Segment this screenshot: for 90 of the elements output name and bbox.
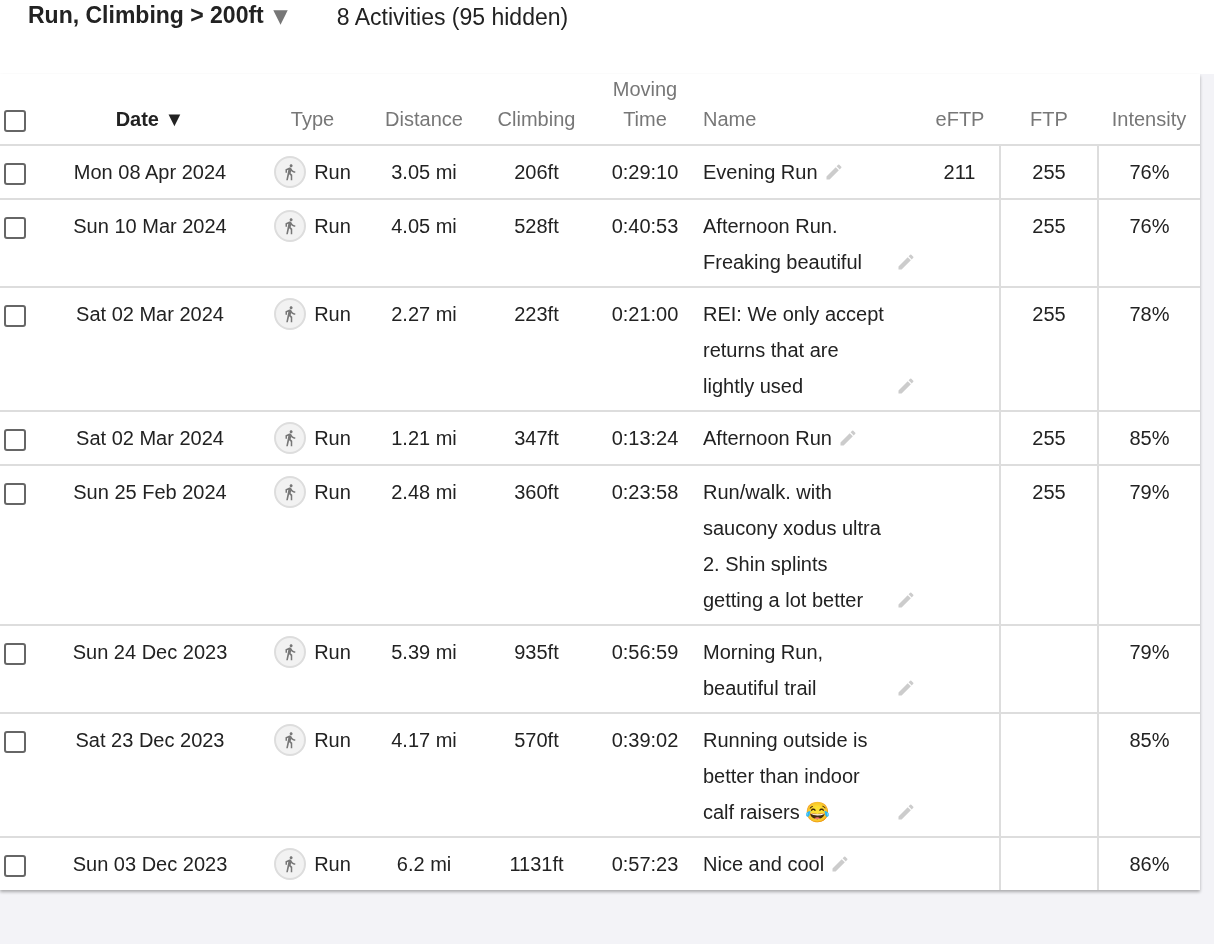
intensity-cell: 78% [1129, 303, 1170, 325]
time-cell: 0:56:59 [611, 641, 679, 663]
climbing-cell: 347ft [514, 427, 559, 449]
date-cell: Mon 08 Apr 2024 [73, 161, 227, 183]
date-cell: Sun 24 Dec 2023 [72, 641, 228, 663]
climbing-cell: 223ft [514, 303, 559, 325]
climbing-cell: 935ft [514, 641, 559, 663]
distance-cell: 4.05 mi [391, 215, 457, 237]
intensity-cell: 76% [1129, 161, 1170, 183]
checkbox[interactable] [4, 109, 26, 132]
checkbox[interactable] [4, 162, 26, 185]
time-cell: 0:29:10 [611, 161, 679, 183]
type-cell-text: Run [314, 302, 351, 327]
distance-cell: 4.17 mi [391, 729, 457, 751]
type-cell-text: Run [314, 480, 351, 505]
activity-name: Morning Run, beautiful trail [703, 640, 825, 701]
intensity-cell: 85% [1129, 427, 1170, 449]
checkbox[interactable] [4, 304, 26, 327]
runner-icon [274, 724, 307, 756]
climbing-cell: 1131ft [509, 853, 564, 875]
activity-name: Run/walk. with saucony xodus ultra 2. Shin splints getting a lot better [703, 480, 882, 613]
runner-icon [274, 422, 307, 454]
runner-icon [274, 298, 307, 330]
column-header[interactable]: Name [703, 104, 757, 134]
time-cell: 0:13:24 [611, 427, 679, 449]
column-header[interactable]: eFTP [935, 104, 985, 134]
runner-icon [274, 636, 307, 668]
intensity-cell: 79% [1129, 481, 1170, 503]
ftp-cell: 255 [1032, 481, 1066, 503]
column-header[interactable]: Type [290, 104, 335, 134]
ftp-cell: 255 [1032, 161, 1066, 183]
distance-cell: 2.48 mi [391, 481, 457, 503]
intensity-cell: 86% [1129, 853, 1170, 875]
checkbox[interactable] [4, 730, 26, 753]
type-cell-text: Run [314, 426, 351, 451]
intensity-cell: 79% [1129, 641, 1170, 663]
filter-dropdown[interactable]: Run, Climbing > 200ft ▾ [28, 0, 287, 31]
date-cell: Sun 10 Mar 2024 [73, 215, 227, 237]
date-cell: Sat 02 Mar 2024 [76, 303, 224, 325]
type-cell-text: Run [314, 640, 351, 665]
activity-name: Afternoon Run. Freaking beautiful [703, 214, 863, 275]
distance-cell: 3.05 mi [391, 161, 457, 183]
type-cell-text: Run [314, 160, 351, 185]
distance-cell: 2.27 mi [391, 303, 457, 325]
date-cell: Sat 02 Mar 2024 [76, 427, 224, 449]
time-cell: 0:40:53 [611, 215, 679, 237]
climbing-cell: 360ft [514, 481, 559, 503]
ftp-cell: 255 [1032, 303, 1066, 325]
intensity-cell: 85% [1129, 729, 1170, 751]
activity-name: Running outside is better than indoor calf raisers 😂 [703, 728, 869, 825]
distance-cell: 5.39 mi [391, 641, 457, 663]
time-cell: 0:23:58 [611, 481, 679, 503]
eftp-cell: 211 [943, 161, 976, 183]
climbing-cell: 528ft [514, 215, 559, 237]
distance-cell: 1.21 mi [391, 427, 457, 449]
distance-cell: 6.2 mi [396, 853, 452, 875]
checkbox[interactable] [4, 854, 26, 877]
runner-icon [274, 210, 307, 242]
type-cell-text: Run [314, 214, 351, 239]
runner-icon [274, 476, 307, 508]
checkbox[interactable] [4, 216, 26, 239]
type-cell-text: Run [314, 728, 351, 753]
activity-name: REI: We only accept returns that are lightly used [703, 302, 885, 399]
type-cell-text: Run [314, 852, 351, 877]
activity-name: Nice and cool [703, 852, 825, 877]
activity-count: 8 Activities (95 hidden) [336, 3, 569, 32]
ftp-cell: 255 [1032, 215, 1066, 237]
intensity-cell: 76% [1129, 215, 1170, 237]
climbing-cell: 570ft [514, 729, 559, 751]
time-cell: 0:21:00 [611, 303, 679, 325]
column-header[interactable]: Climbing [497, 104, 576, 134]
column-header[interactable]: FTP [1030, 104, 1068, 134]
date-cell: Sun 03 Dec 2023 [72, 853, 228, 875]
date-cell: Sun 25 Feb 2024 [73, 481, 227, 503]
time-cell: 0:39:02 [611, 729, 679, 751]
time-cell: 0:57:23 [611, 853, 679, 875]
date-cell: Sat 23 Dec 2023 [75, 729, 225, 751]
ftp-cell: 255 [1032, 427, 1066, 449]
column-header[interactable]: Distance [385, 104, 463, 134]
checkbox[interactable] [4, 428, 26, 451]
runner-icon [274, 848, 307, 880]
activity-name: Evening Run [703, 160, 818, 185]
climbing-cell: 206ft [514, 161, 559, 183]
runner-icon [274, 156, 307, 188]
activity-name: Afternoon Run [703, 426, 832, 451]
checkbox[interactable] [4, 642, 26, 665]
column-header[interactable]: Date ▼ [115, 104, 185, 134]
column-header[interactable]: Intensity [1111, 104, 1187, 134]
checkbox[interactable] [4, 482, 26, 505]
column-header[interactable]: Moving Time [597, 74, 693, 134]
